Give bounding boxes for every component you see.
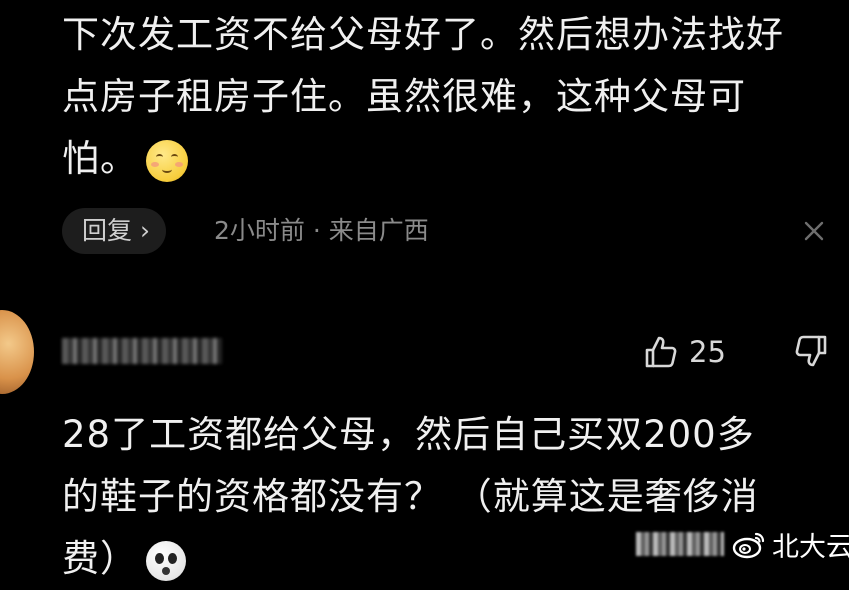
comment-line: 下次发工资不给父母好了。然后想办法找好	[62, 13, 784, 56]
comment-line: 怕。	[62, 128, 784, 190]
close-icon[interactable]	[797, 214, 831, 248]
comment-line: 的鞋子的资格都没有？ （就算这是奢侈消	[62, 475, 759, 518]
comment-meta-row: 回复 › 2小时前 · 来自广西	[62, 208, 831, 254]
comment-line-text: 怕。	[62, 137, 138, 180]
comment-line-text: 点房子租房子住。虽然很难，这种父母可	[62, 75, 746, 118]
avatar[interactable]	[0, 310, 34, 394]
comment-timestamp-location: 2小时前 · 来自广西	[214, 216, 429, 245]
thumbs-up-icon	[645, 336, 677, 368]
watermark-blurred-handle	[636, 532, 724, 556]
comment-line: 28了工资都给父母，然后自己买双200多	[62, 413, 755, 456]
reply-button[interactable]: 回复 ›	[62, 208, 166, 254]
thumbs-down-icon[interactable]	[793, 332, 831, 370]
comment-line-text: 费）	[62, 537, 138, 580]
comment-body: 下次发工资不给父母好了。然后想办法找好 点房子租房子住。虽然很难，这种父母可 怕…	[62, 4, 784, 190]
watermark-text: 北大云龙	[772, 531, 849, 563]
username-blurred[interactable]	[62, 338, 222, 364]
watermark: 北大云龙	[636, 524, 849, 564]
shocked-face-emoji-icon	[146, 540, 186, 581]
like-count: 25	[689, 335, 726, 369]
comment-line: 点房子租房子住。虽然很难，这种父母可	[62, 66, 784, 128]
smiling-face-emoji-icon	[146, 139, 188, 182]
like-button[interactable]: 25	[641, 332, 726, 372]
weibo-icon	[732, 532, 765, 559]
